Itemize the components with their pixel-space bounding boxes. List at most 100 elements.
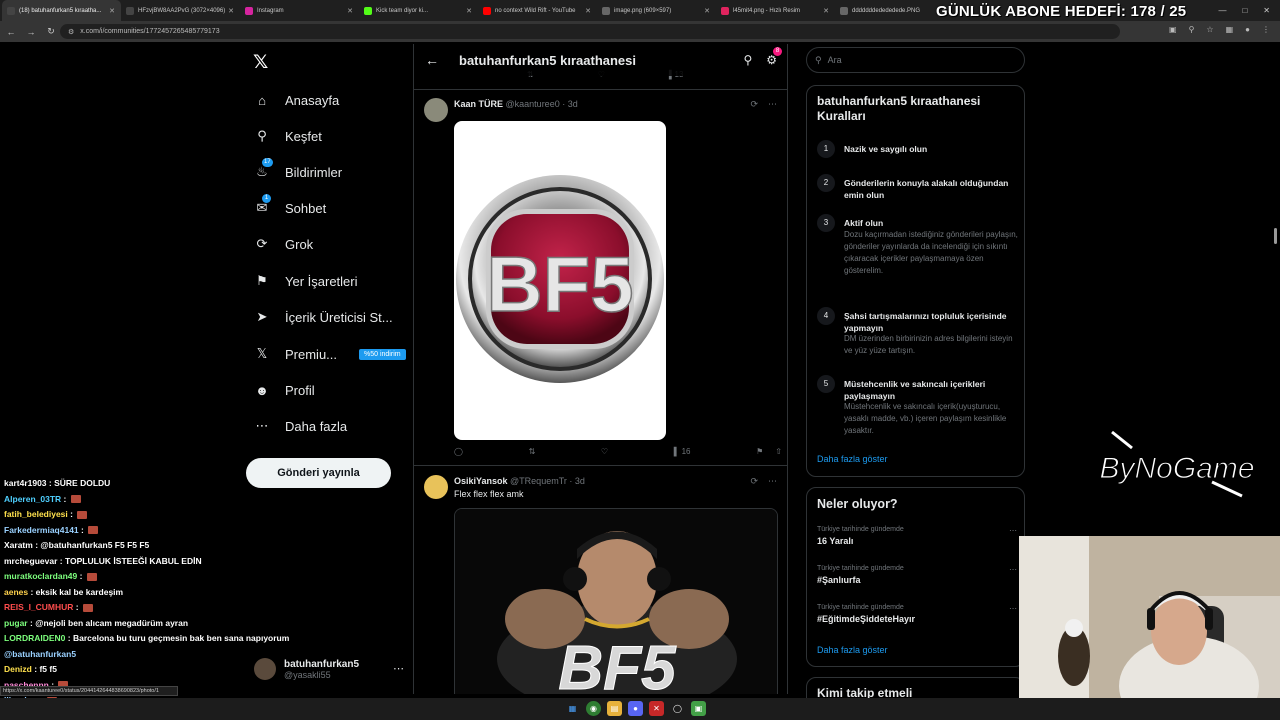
nav-item-sohbet[interactable]: ✉ 1 Sohbet xyxy=(253,194,326,219)
back-arrow-icon[interactable]: ← xyxy=(417,52,447,68)
browser-tab[interactable]: Kick team diyor ki... ✕ xyxy=(359,0,478,21)
chrome-icon[interactable]: ◉ xyxy=(586,701,601,716)
community-timeline: ← batuhanfurkan5 kıraathanesi ⚲ ⚙ 8 ⇅ ♡ … xyxy=(413,44,788,694)
zoom-icon[interactable]: ⚲ xyxy=(1189,25,1195,34)
like-icon[interactable]: ♡ xyxy=(601,447,608,456)
trend-item[interactable]: Türkiye tarihinde gündemde 16 Yaralı ⋯ xyxy=(817,526,1017,546)
folder-icon[interactable]: ▤ xyxy=(607,701,622,716)
extension-icon[interactable]: ▦ xyxy=(1226,25,1234,34)
nav-item-ke-fet[interactable]: ⚲ Keşfet xyxy=(253,125,322,147)
tab-close-icon[interactable]: ✕ xyxy=(585,7,591,15)
trends-title: Neler oluyor? xyxy=(817,497,898,511)
nav-item-premiu[interactable]: 𝕏 Premiu... %50 indirim xyxy=(253,343,406,365)
retweet-icon[interactable]: ⇅ xyxy=(529,447,536,456)
logo-text: ByNoGame xyxy=(1099,452,1254,485)
more-icon[interactable]: ⋯ xyxy=(768,476,777,487)
more-icon[interactable]: ⋯ xyxy=(1009,526,1017,535)
nav-item-bildirimler[interactable]: ♨ 17 Bildirimler xyxy=(253,158,342,183)
minimize-icon[interactable]: — xyxy=(1218,6,1226,15)
trend-name: #EğitimdeŞiddeteHayır xyxy=(817,614,916,624)
app-x-icon[interactable]: ✕ xyxy=(649,701,664,716)
trend-item[interactable]: Türkiye tarihinde gündemde #EğitimdeŞidde… xyxy=(817,604,1017,624)
tab-close-icon[interactable]: ✕ xyxy=(228,7,234,15)
browser-tab[interactable]: HFzvjBW8AA2PvG (3072×4096) ✕ xyxy=(121,0,240,21)
obs-icon[interactable]: ◯ xyxy=(670,701,685,716)
kick-icon[interactable]: ▣ xyxy=(691,701,706,716)
nav-item-label: İçerik Üreticisi St... xyxy=(285,309,393,325)
post-image[interactable]: BF5 xyxy=(454,121,666,440)
chat-message: aenes : eksik kal be kardeşim xyxy=(4,586,124,597)
post-image[interactable]: BF5 xyxy=(454,508,778,694)
home-icon: ⌂ xyxy=(258,92,266,108)
back-arrow-icon[interactable]: ← xyxy=(2,27,20,37)
post-author[interactable]: OsikiYansok @TRequemTr · 3d xyxy=(454,476,585,486)
install-icon[interactable]: ▣ xyxy=(1169,25,1177,34)
post-author[interactable]: Kaan TÜRE @kaanturee0 · 3d xyxy=(454,99,578,109)
grok-icon[interactable]: ⟳ xyxy=(750,476,758,487)
bf5-caricature-image: BF5 xyxy=(455,509,777,694)
views-count[interactable]: ▌ 16 xyxy=(674,447,691,456)
reload-icon[interactable]: ↻ xyxy=(42,26,60,37)
discord-icon[interactable]: ● xyxy=(628,701,643,716)
post[interactable]: Kaan TÜRE @kaanturee0 · 3d ⟳ ⋯ BF5 ◯ ⇅ ♡… xyxy=(414,90,787,466)
tab-title: l45mit4.png - Hızlı Resim xyxy=(733,7,801,14)
nav-item-grok[interactable]: ⟳ Grok xyxy=(253,233,314,255)
rule-number: 5 xyxy=(817,375,835,393)
search-input[interactable]: ⚲ Ara xyxy=(806,47,1025,73)
reply-icon[interactable]: ◯ xyxy=(454,447,463,456)
more-icon[interactable]: ⋯ xyxy=(768,99,777,110)
address-bar: ← → ↻ ⚙ x.com/i/communities/177245726548… xyxy=(0,21,1280,42)
more-icon[interactable]: ⋯ xyxy=(1009,565,1017,574)
chat-icon: ✉ 1 xyxy=(253,194,271,217)
nav-item-yer-i-aretleri[interactable]: ⚑ Yer İşaretleri xyxy=(253,270,357,292)
tab-close-icon[interactable]: ✕ xyxy=(466,7,472,15)
browser-tab[interactable]: no context Wild Rift - YouTube ✕ xyxy=(478,0,597,21)
more-icon[interactable]: ⋯ xyxy=(1009,604,1017,613)
show-more-link[interactable]: Daha fazla göster xyxy=(817,645,888,655)
bookmark-icon[interactable]: ⚑ xyxy=(756,447,763,456)
browser-tab[interactable]: (18) batuhanfurkan5 kıraatha... ✕ xyxy=(2,0,121,21)
search-icon[interactable]: ⚲ xyxy=(743,53,752,67)
emote-icon xyxy=(86,572,97,581)
page-title: batuhanfurkan5 kıraathanesi xyxy=(459,52,636,68)
nav-item-profil[interactable]: ☻ Profil xyxy=(253,379,314,401)
nav-item-daha-fazla[interactable]: ⋯ Daha fazla xyxy=(253,415,348,437)
search-icon: ⚲ xyxy=(815,54,822,65)
chat-message: pugar : @nejoli ben alıcam megadürüm ayr… xyxy=(4,617,189,628)
tab-close-icon[interactable]: ✕ xyxy=(109,7,115,15)
nav-item-i-erik-reticisi-st[interactable]: ➤ İçerik Üreticisi St... xyxy=(253,306,393,328)
trend-item[interactable]: Türkiye tarihinde gündemde #Şanlıurfa ⋯ xyxy=(817,565,1017,585)
maximize-icon[interactable]: □ xyxy=(1242,6,1247,15)
chat-message: muratkoclardan49 : xyxy=(4,571,97,581)
grok-icon[interactable]: ⟳ xyxy=(750,99,758,110)
chat-text: Barcelona bu turu geçmesin bak ben sana … xyxy=(72,633,290,643)
nav-item-anasayfa[interactable]: ⌂ Anasayfa xyxy=(253,89,339,111)
more-icon[interactable]: ⋯ xyxy=(393,662,404,675)
scrollbar[interactable] xyxy=(1274,228,1277,244)
url-field[interactable]: ⚙ x.com/i/communities/177245726548577917… xyxy=(60,24,1120,39)
rule-number: 1 xyxy=(817,140,835,158)
share-icon[interactable]: ⇧ xyxy=(775,447,782,456)
show-more-link[interactable]: Daha fazla göster xyxy=(817,454,888,464)
os-taskbar: ▦ ◉ ▤ ● ✕ ◯ ▣ xyxy=(0,698,1280,720)
start-icon[interactable]: ▦ xyxy=(565,701,580,716)
x-logo-icon[interactable]: 𝕏 xyxy=(253,51,268,74)
browser-tab[interactable]: image.png (609×597) ✕ xyxy=(597,0,716,21)
site-info-icon[interactable]: ⚙ xyxy=(68,28,74,36)
tab-close-icon[interactable]: ✕ xyxy=(823,7,829,15)
chat-message: mrcheguevar : TOPLULUK İSTEEĞİ KABUL EDİ… xyxy=(4,555,202,566)
close-icon[interactable]: ✕ xyxy=(1263,6,1270,15)
emote-icon xyxy=(83,603,93,612)
browser-tab[interactable]: l45mit4.png - Hızlı Resim ✕ xyxy=(716,0,835,21)
menu-icon[interactable]: ⋮ xyxy=(1262,25,1270,34)
bookmark-star-icon[interactable]: ☆ xyxy=(1206,25,1213,34)
browser-toolbar-icons: ▣ ⚲ ☆ ▦ ● ⋮ xyxy=(1169,25,1270,34)
profile-icon[interactable]: ● xyxy=(1245,25,1250,34)
browser-tab[interactable]: Instagram ✕ xyxy=(240,0,359,21)
forward-arrow-icon[interactable]: → xyxy=(22,27,40,37)
post[interactable]: OsikiYansok @TRequemTr · 3d Flex flex fl… xyxy=(414,467,787,694)
tab-close-icon[interactable]: ✕ xyxy=(347,7,353,15)
trend-context: Türkiye tarihinde gündemde xyxy=(817,526,904,533)
tab-close-icon[interactable]: ✕ xyxy=(704,7,710,15)
settings-gear-icon[interactable]: ⚙ 8 xyxy=(766,47,782,67)
